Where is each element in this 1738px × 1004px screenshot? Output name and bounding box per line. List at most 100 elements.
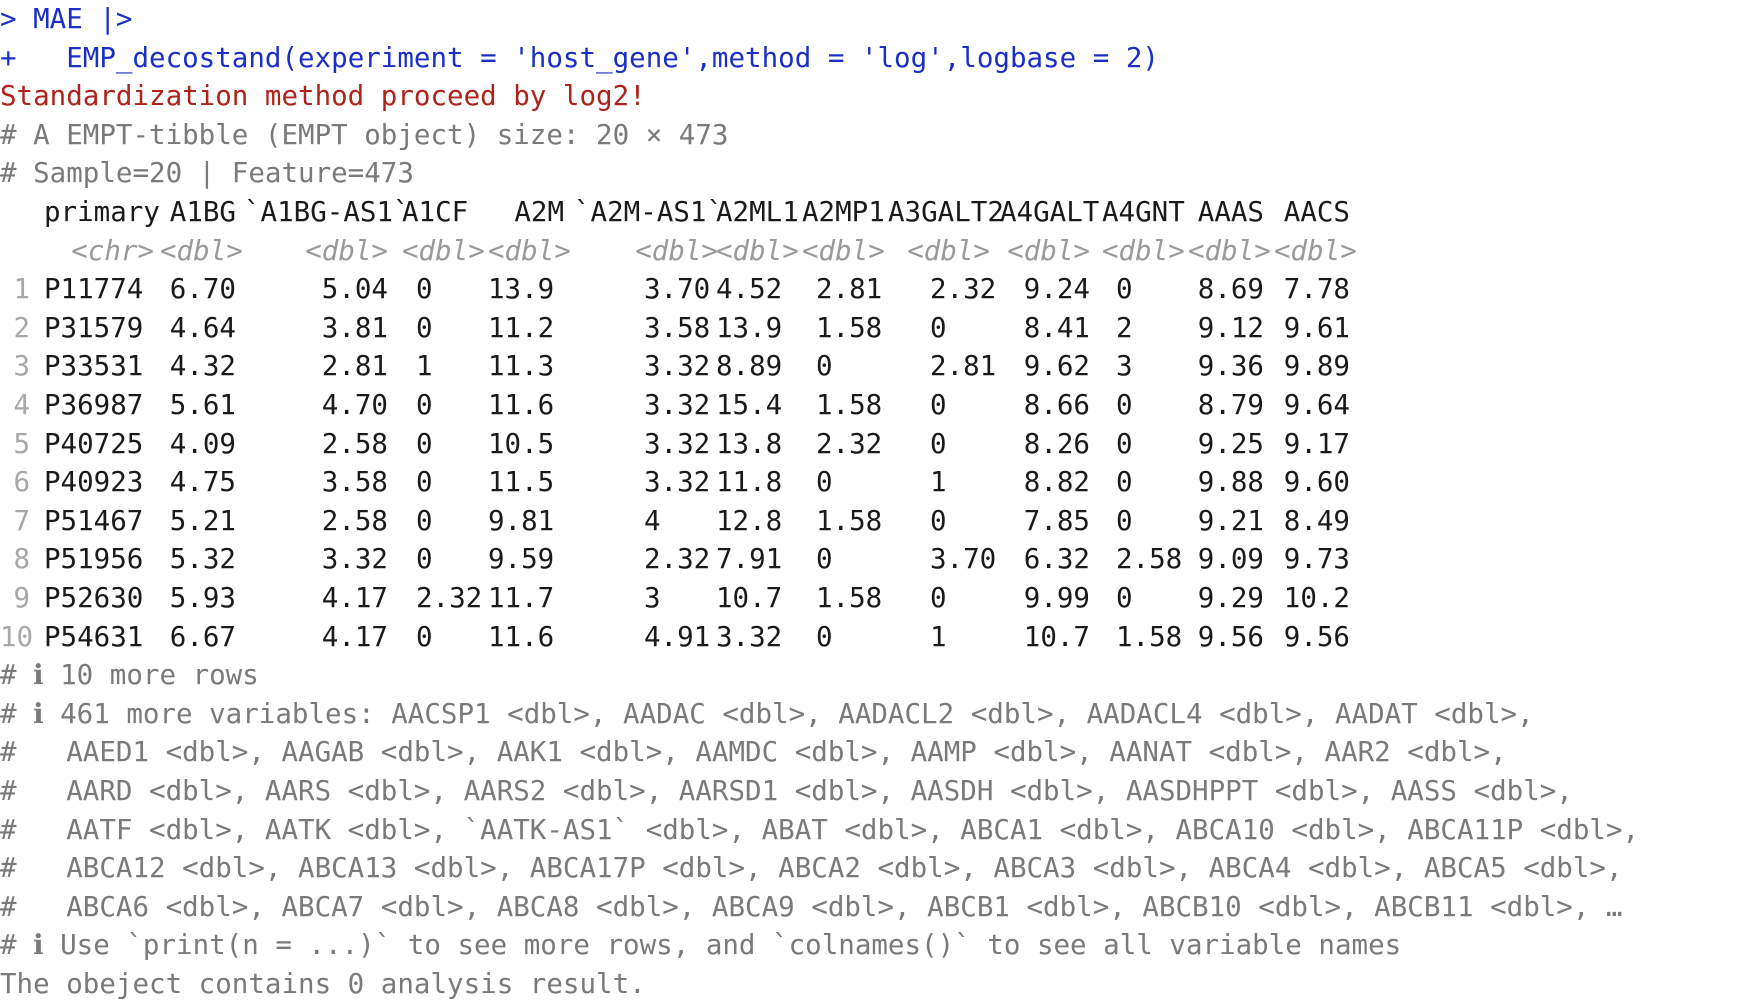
column-type: <dbl> xyxy=(1274,234,1357,267)
table-cell: 1.58 xyxy=(816,504,883,537)
table-cell: 13.8 xyxy=(716,427,783,460)
column-header: A1CF xyxy=(402,196,469,228)
table-cell: P52630 xyxy=(44,582,144,614)
standardization-message: Standardization method proceed by log2! xyxy=(0,77,646,116)
tibble-footer-text: # ℹ 10 more rows xyxy=(0,659,259,692)
table-cell: 4.32 xyxy=(169,350,236,383)
column-type: <dbl> xyxy=(802,234,885,267)
table-cell: 0 xyxy=(416,620,433,653)
table-cell: 1 xyxy=(416,350,433,383)
table-cell: 11.6 xyxy=(488,620,555,653)
table-cell: 4.52 xyxy=(716,273,783,306)
table-cell: 11.2 xyxy=(488,311,555,344)
table-cell: 2.58 xyxy=(1116,543,1183,576)
table-cell: 0 xyxy=(416,466,433,499)
table-cell: 5.04 xyxy=(321,273,388,306)
table-cell: 0 xyxy=(1116,582,1133,614)
column-type: <dbl> xyxy=(1007,234,1090,267)
table-cell: P11774 xyxy=(44,273,144,306)
table-cell: 9.24 xyxy=(1023,273,1090,306)
table-cell: 9.09 xyxy=(1197,543,1264,576)
table-cell: 13.9 xyxy=(488,273,555,306)
tibble-footer: # ℹ 461 more variables: AACSP1 <dbl>, AA… xyxy=(0,695,1534,734)
table-cell: 9.36 xyxy=(1197,350,1264,383)
column-header: AACS xyxy=(1283,196,1350,228)
table-cell: 0 xyxy=(930,504,947,537)
column-header: AAAS xyxy=(1197,196,1264,228)
table-cell: 3.32 xyxy=(716,620,783,653)
table-cell: 0 xyxy=(1116,427,1133,460)
table-cell: 3.32 xyxy=(644,389,711,421)
row-number: 8 xyxy=(13,543,30,576)
command-line: + EMP_decostand(experiment = 'host_gene'… xyxy=(0,39,1159,78)
table-cell: 2 xyxy=(1116,311,1133,344)
column-type: <dbl> xyxy=(716,234,799,267)
table-cell: 0 xyxy=(816,350,833,383)
table-cell: 8.49 xyxy=(1283,504,1350,537)
table-cell: 2.58 xyxy=(321,427,388,460)
table-cell: P40923 xyxy=(44,466,144,499)
table-cell: 0 xyxy=(816,466,833,499)
table-cell: 3 xyxy=(644,582,661,614)
table-cell: 4.17 xyxy=(321,582,388,614)
column-header: A2ML1 xyxy=(716,196,799,228)
tibble-footer-text: # AAED1 <dbl>, AAGAB <dbl>, AAK1 <dbl>, … xyxy=(0,736,1507,769)
result-text: The obeject contains 0 analysis result. xyxy=(0,968,646,1000)
table-cell: 9.56 xyxy=(1197,620,1264,653)
table-cell: 7.85 xyxy=(1023,504,1090,537)
table-cell: 0 xyxy=(416,427,433,460)
table-cell: 2.81 xyxy=(930,350,997,383)
column-type: <dbl> xyxy=(1102,234,1185,267)
table-cell: 0 xyxy=(1116,466,1133,499)
table-cell: 0 xyxy=(1116,273,1133,306)
table-cell: 0 xyxy=(1116,504,1133,537)
tibble-header: # A EMPT-tibble (EMPT object) size: 20 ×… xyxy=(0,116,728,155)
table-cell: 3.32 xyxy=(644,466,711,499)
table-cell: P51956 xyxy=(44,543,144,576)
table-cell: 11.5 xyxy=(488,466,555,499)
table-cell: 3.32 xyxy=(644,427,711,460)
table-cell: 12.8 xyxy=(716,504,783,537)
r-console-output: > MAE |> + EMP_decostand(experiment = 'ho… xyxy=(0,0,1738,1000)
table-cell: 1.58 xyxy=(1116,620,1183,653)
tibble-footer-text: # ABCA12 <dbl>, ABCA13 <dbl>, ABCA17P <d… xyxy=(0,852,1623,885)
row-number: 9 xyxy=(13,582,30,614)
tibble-footer-text: # ℹ Use `print(n = ...)` to see more row… xyxy=(0,929,1402,962)
table-cell: 6.67 xyxy=(169,620,236,653)
table-cell: 3.58 xyxy=(321,466,388,499)
table-cell: 3 xyxy=(1116,350,1133,383)
table-cell: 0 xyxy=(416,311,433,344)
table-cell: 15.4 xyxy=(716,389,783,421)
column-header: A2MP1 xyxy=(802,196,885,228)
table-cell: 2.58 xyxy=(321,504,388,537)
table-cell: 3.32 xyxy=(644,350,711,383)
table-cell: 2.32 xyxy=(644,543,711,576)
table-cell: 0 xyxy=(930,427,947,460)
result-line: The obeject contains 0 analysis result. xyxy=(0,965,646,1004)
table-cell: 8.82 xyxy=(1023,466,1090,499)
table-cell: 3.32 xyxy=(321,543,388,576)
table-cell: 9.73 xyxy=(1283,543,1350,576)
table-cell: 5.32 xyxy=(169,543,236,576)
table-cell: 11.3 xyxy=(488,350,555,383)
tibble-footer: # ABCA12 <dbl>, ABCA13 <dbl>, ABCA17P <d… xyxy=(0,849,1623,888)
tibble-footer-text: # AATF <dbl>, AATK <dbl>, `AATK-AS1` <db… xyxy=(0,813,1640,846)
row-number: 6 xyxy=(13,466,30,499)
table-cell: 5.93 xyxy=(169,582,236,614)
table-cell: 1.58 xyxy=(816,582,883,614)
tibble-footer: # AATF <dbl>, AATK <dbl>, `AATK-AS1` <db… xyxy=(0,811,1639,850)
table-cell: P33531 xyxy=(44,350,144,383)
table-cell: 10.5 xyxy=(488,427,555,460)
table-cell: 0 xyxy=(816,543,833,576)
column-header: A3GALT2 xyxy=(888,196,1004,228)
table-cell: 0 xyxy=(416,389,433,421)
table-cell: 11.6 xyxy=(488,389,555,421)
table-cell: 3.81 xyxy=(321,311,388,344)
command-code: EMP_decostand(experiment = 'host_gene',m… xyxy=(16,41,1159,74)
table-cell: 8.26 xyxy=(1023,427,1090,460)
column-type: <dbl> xyxy=(160,234,243,267)
table-cell: 1 xyxy=(930,620,947,653)
table-cell: 0 xyxy=(930,311,947,344)
table-cell: 9.29 xyxy=(1197,582,1264,614)
table-cell: 11.7 xyxy=(488,582,555,614)
